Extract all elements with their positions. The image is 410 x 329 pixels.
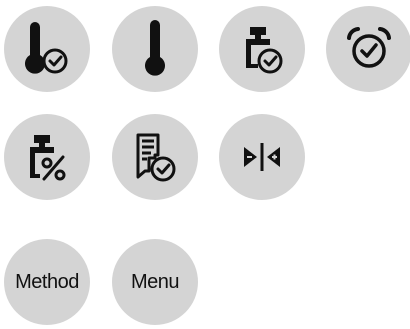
tare-zero-icon [244, 143, 280, 171]
thermometer-timer-icon [25, 22, 68, 74]
tare-zero-button[interactable] [219, 114, 305, 200]
stopwatch-icon [347, 27, 391, 68]
report-timer-button[interactable] [112, 114, 198, 200]
weight-timer-button[interactable] [219, 6, 305, 92]
menu-button[interactable]: Menu [112, 239, 198, 325]
method-button[interactable]: Method [4, 239, 90, 325]
stopwatch-button[interactable] [326, 6, 410, 92]
method-label: Method [15, 270, 79, 293]
temperature-button[interactable] [112, 6, 198, 92]
menu-label: Menu [130, 270, 180, 293]
report-timer-icon [136, 133, 176, 182]
weight-timer-icon [246, 27, 283, 74]
temperature-timer-button[interactable] [4, 6, 90, 92]
thermometer-icon [145, 20, 165, 76]
weight-percent-icon [30, 135, 66, 181]
weight-percent-button[interactable] [4, 114, 90, 200]
